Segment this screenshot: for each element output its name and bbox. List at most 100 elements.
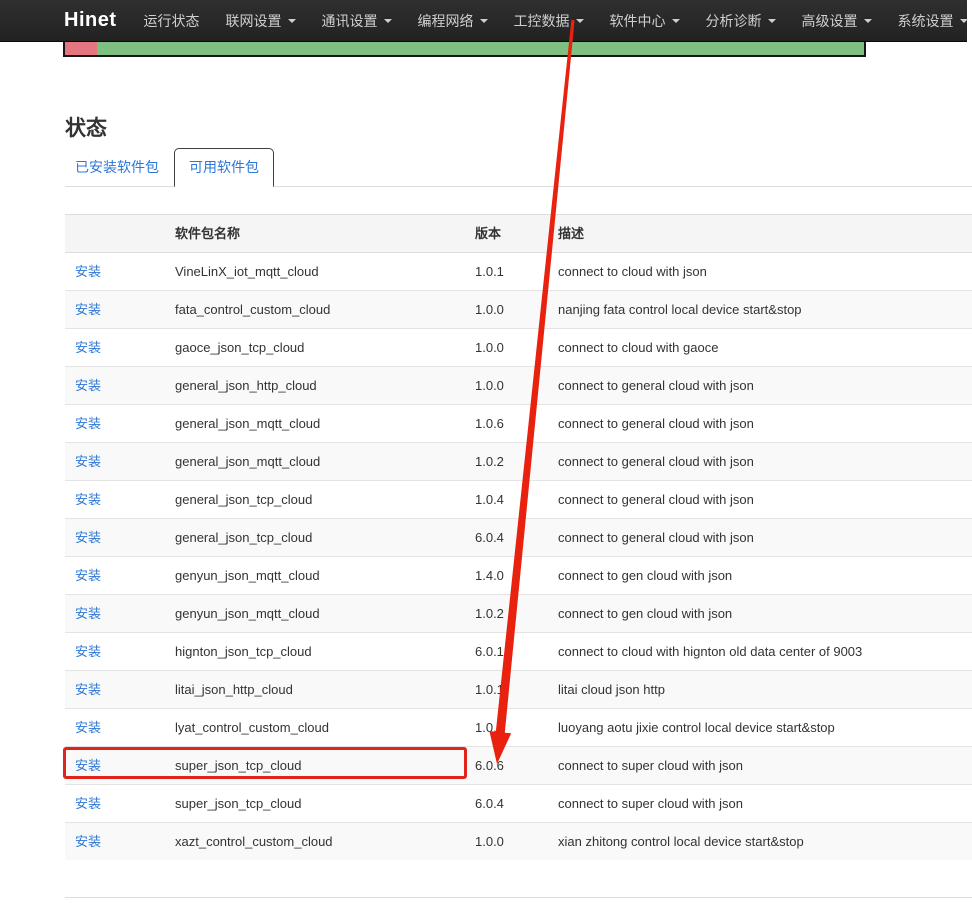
package-name: fata_control_custom_cloud (165, 291, 465, 329)
table-row: 安装 fata_control_custom_cloud 1.0.0 nanji… (65, 291, 972, 329)
package-description: connect to cloud with json (548, 253, 972, 291)
nav-item-software-center[interactable]: 软件中心 (597, 0, 693, 41)
package-version: 1.4.0 (465, 557, 548, 595)
table-row: 安装 xazt_control_custom_cloud 1.0.0 xian … (65, 823, 972, 861)
install-link[interactable]: 安装 (75, 302, 101, 317)
column-header-install (65, 215, 165, 253)
used-segment (65, 42, 97, 55)
page-title: 状态 (65, 116, 972, 142)
package-description: luoyang aotu jixie control local device … (548, 709, 972, 747)
chevron-down-icon (864, 19, 872, 23)
table-row: 安装 gaoce_json_tcp_cloud 1.0.0 connect to… (65, 329, 972, 367)
chevron-down-icon (768, 19, 776, 23)
tab-installed-packages[interactable]: 已安装软件包 (65, 149, 174, 186)
package-version: 1.0.0 (465, 329, 548, 367)
install-link[interactable]: 安装 (75, 416, 101, 431)
nav-item-programming-network[interactable]: 编程网络 (405, 0, 501, 41)
table-row: 安装 general_json_mqtt_cloud 1.0.2 connect… (65, 443, 972, 481)
package-version: 6.0.4 (465, 785, 548, 823)
package-version: 1.0.0 (465, 291, 548, 329)
package-version: 1.0.1 (465, 671, 548, 709)
install-link[interactable]: 安装 (75, 834, 101, 849)
chevron-down-icon (672, 19, 680, 23)
table-row: 安装 general_json_tcp_cloud 1.0.4 connect … (65, 481, 972, 519)
column-header-description: 描述 (548, 215, 972, 253)
package-name: super_json_tcp_cloud (165, 747, 465, 785)
package-version: 1.0.6 (465, 405, 548, 443)
nav-item-system-settings[interactable]: 系统设置 (885, 0, 972, 41)
install-link[interactable]: 安装 (75, 492, 101, 507)
package-version: 1.0.0 (465, 823, 548, 861)
package-description: connect to super cloud with json (548, 785, 972, 823)
table-row: 安装 VineLinX_iot_mqtt_cloud 1.0.1 connect… (65, 253, 972, 291)
package-description: connect to super cloud with json (548, 747, 972, 785)
free-segment (97, 42, 864, 55)
table-row: 安装 genyun_json_mqtt_cloud 1.0.2 connect … (65, 595, 972, 633)
package-name: VineLinX_iot_mqtt_cloud (165, 253, 465, 291)
nav-item-network-settings[interactable]: 联网设置 (213, 0, 309, 41)
table-row: 安装 general_json_mqtt_cloud 1.0.6 connect… (65, 405, 972, 443)
chevron-down-icon (576, 19, 584, 23)
table-row: 安装 lyat_control_custom_cloud 1.0.0 luoya… (65, 709, 972, 747)
package-name: general_json_http_cloud (165, 367, 465, 405)
package-description: nanjing fata control local device start&… (548, 291, 972, 329)
package-version: 1.0.1 (465, 253, 548, 291)
install-link[interactable]: 安装 (75, 264, 101, 279)
content-area: 状态 已安装软件包 可用软件包 软件包名称 版本 描述 安装 VineLinX_… (0, 0, 972, 898)
column-header-version: 版本 (465, 215, 548, 253)
package-version: 6.0.4 (465, 519, 548, 557)
install-link[interactable]: 安装 (75, 454, 101, 469)
column-header-name: 软件包名称 (165, 215, 465, 253)
package-name: general_json_mqtt_cloud (165, 405, 465, 443)
nav-item-comm-settings[interactable]: 通讯设置 (309, 0, 405, 41)
table-row: 安装 litai_json_http_cloud 1.0.1 litai clo… (65, 671, 972, 709)
nav-item-analysis-diagnosis[interactable]: 分析诊断 (693, 0, 789, 41)
table-row: 安装 super_json_tcp_cloud 6.0.6 connect to… (65, 747, 972, 785)
table-header-row: 软件包名称 版本 描述 (65, 215, 972, 253)
install-link[interactable]: 安装 (75, 378, 101, 393)
install-link[interactable]: 安装 (75, 682, 101, 697)
package-description: connect to general cloud with json (548, 405, 972, 443)
brand-logo[interactable]: Hinet (64, 9, 117, 32)
tab-available-packages[interactable]: 可用软件包 (174, 148, 274, 187)
package-description: connect to cloud with hignton old data c… (548, 633, 972, 671)
chevron-down-icon (384, 19, 392, 23)
package-name: genyun_json_mqtt_cloud (165, 595, 465, 633)
package-description: connect to general cloud with json (548, 443, 972, 481)
package-name: general_json_tcp_cloud (165, 481, 465, 519)
chevron-down-icon (960, 19, 968, 23)
package-name: genyun_json_mqtt_cloud (165, 557, 465, 595)
install-link[interactable]: 安装 (75, 568, 101, 583)
package-description: connect to gen cloud with json (548, 557, 972, 595)
chevron-down-icon (480, 19, 488, 23)
install-link[interactable]: 安装 (75, 758, 101, 773)
package-name: super_json_tcp_cloud (165, 785, 465, 823)
package-version: 1.0.0 (465, 709, 548, 747)
nav-item-advanced-settings[interactable]: 高级设置 (789, 0, 885, 41)
package-name: xazt_control_custom_cloud (165, 823, 465, 861)
nav-item-run-status[interactable]: 运行状态 (131, 0, 213, 41)
package-version: 1.0.2 (465, 595, 548, 633)
chevron-down-icon (288, 19, 296, 23)
package-version: 1.0.0 (465, 367, 548, 405)
top-navbar: Hinet 运行状态 联网设置 通讯设置 编程网络 工控数据 软件中心 分析诊断… (0, 0, 967, 42)
table-row: 安装 general_json_http_cloud 1.0.0 connect… (65, 367, 972, 405)
install-link[interactable]: 安装 (75, 606, 101, 621)
table-row: 安装 general_json_tcp_cloud 6.0.4 connect … (65, 519, 972, 557)
package-description: connect to general cloud with json (548, 367, 972, 405)
package-version: 6.0.1 (465, 633, 548, 671)
table-row: 安装 super_json_tcp_cloud 6.0.4 connect to… (65, 785, 972, 823)
package-version: 1.0.2 (465, 443, 548, 481)
nav-item-industrial-data[interactable]: 工控数据 (501, 0, 597, 41)
install-link[interactable]: 安装 (75, 720, 101, 735)
package-name: lyat_control_custom_cloud (165, 709, 465, 747)
package-description: connect to general cloud with json (548, 519, 972, 557)
install-link[interactable]: 安装 (75, 340, 101, 355)
package-name: gaoce_json_tcp_cloud (165, 329, 465, 367)
install-link[interactable]: 安装 (75, 796, 101, 811)
package-version: 1.0.4 (465, 481, 548, 519)
package-table: 软件包名称 版本 描述 安装 VineLinX_iot_mqtt_cloud 1… (65, 214, 972, 860)
progress-bar (63, 40, 866, 57)
install-link[interactable]: 安装 (75, 644, 101, 659)
install-link[interactable]: 安装 (75, 530, 101, 545)
